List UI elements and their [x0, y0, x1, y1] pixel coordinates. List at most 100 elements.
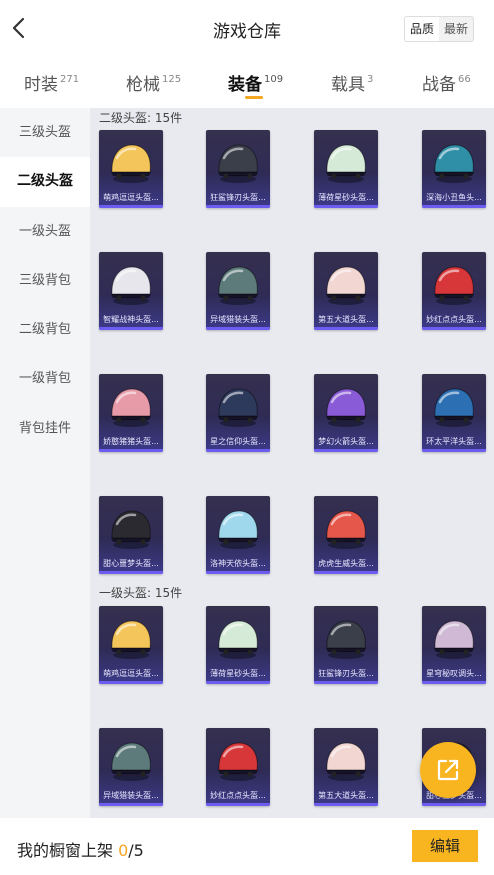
sidebar-item-level1-helmet[interactable]: 一级头盔	[0, 207, 90, 256]
quality-bar	[314, 571, 378, 574]
quality-bar	[422, 803, 486, 806]
quality-bar	[314, 449, 378, 452]
item-card[interactable]: 深海小丑鱼头...	[422, 130, 486, 208]
quality-bar	[99, 681, 163, 684]
teal-helmet-icon	[206, 254, 270, 314]
pig-helmet-icon	[99, 376, 163, 436]
share-button[interactable]	[420, 742, 476, 798]
item-name: 甜心噩梦头盔...	[103, 559, 159, 568]
item-grid[interactable]: 二级头盔: 15件 一级头盔: 15件 萌鸡逗逗头盔... 狂鲨锋刃头盔... 薄荷…	[90, 108, 494, 818]
sidebar-item-level3-helmet[interactable]: 三级头盔	[0, 108, 90, 157]
share-icon	[437, 759, 459, 781]
item-card[interactable]: 虎虎生威头盔...	[314, 496, 378, 574]
sidebar-item-backpack-pendant[interactable]: 背包挂件	[0, 404, 90, 453]
quality-bar	[99, 449, 163, 452]
shelf-label: 我的橱窗上架	[17, 841, 119, 860]
quality-bar	[314, 327, 378, 330]
red-dot-helmet-icon	[206, 730, 270, 790]
red-dot-helmet-icon	[422, 254, 486, 314]
item-card[interactable]: 薄荷星砂头盔...	[206, 606, 270, 684]
item-name: 萌鸡逗逗头盔...	[103, 669, 159, 678]
sort-quality-button[interactable]: 品质	[405, 17, 440, 41]
tab-fashion[interactable]: 时装 271	[24, 70, 79, 95]
item-name: 妙红点点头盔...	[210, 791, 266, 800]
item-card[interactable]: 薄荷星砂头盔...	[314, 130, 378, 208]
item-name: 妙红点点头盔...	[426, 315, 482, 324]
tab-count: 125	[162, 74, 182, 85]
item-card[interactable]: 娇憨猪猪头盔...	[99, 374, 163, 452]
starry-helmet-icon	[422, 608, 486, 668]
pink-helmet-icon	[314, 254, 378, 314]
yellow-chick-helmet-icon	[99, 608, 163, 668]
tab-label: 战备	[422, 75, 456, 95]
item-card[interactable]: 甜心噩梦头盔...	[99, 496, 163, 574]
sort-newest-button[interactable]: 最新	[439, 17, 473, 41]
tab-vehicles[interactable]: 载具 3	[331, 70, 373, 95]
sidebar-item-level2-backpack[interactable]: 二级背包	[0, 305, 90, 354]
shark-helmet-icon	[206, 132, 270, 192]
item-name: 狂鲨锋刃头盔...	[210, 193, 266, 202]
rocket-helmet-icon	[314, 376, 378, 436]
quality-bar	[206, 449, 270, 452]
sidebar-item-level2-helmet[interactable]: 二级头盔	[0, 157, 90, 207]
item-name: 智耀战神头盔...	[103, 315, 159, 324]
item-name: 异域猎装头盔...	[103, 791, 159, 800]
mint-helmet-icon	[314, 132, 378, 192]
item-name: 异域猎装头盔...	[210, 315, 266, 324]
item-card[interactable]: 洛神天依头盔...	[206, 496, 270, 574]
quality-bar	[99, 803, 163, 806]
item-name: 洛神天依头盔...	[210, 559, 266, 568]
header: 游戏仓库 品质 最新	[0, 0, 494, 58]
item-card[interactable]: 梦幻火箭头盔...	[314, 374, 378, 452]
quality-bar	[314, 205, 378, 208]
item-name: 梦幻火箭头盔...	[318, 437, 374, 446]
item-card[interactable]: 异域猎装头盔...	[206, 252, 270, 330]
shelf-count: 0	[118, 841, 129, 860]
tab-equipment[interactable]: 装备 109	[228, 70, 283, 95]
item-card[interactable]: 妙红点点头盔...	[206, 728, 270, 806]
item-name: 第五大道头盔...	[318, 791, 374, 800]
item-card[interactable]: 萌鸡逗逗头盔...	[99, 130, 163, 208]
mint-helmet-icon	[206, 608, 270, 668]
item-card[interactable]: 环太平洋头盔...	[422, 374, 486, 452]
item-card[interactable]: 萌鸡逗逗头盔...	[99, 606, 163, 684]
item-name: 狂鲨锋刃头盔...	[318, 669, 374, 678]
item-card[interactable]: 狂鲨锋刃头盔...	[314, 606, 378, 684]
tab-count: 271	[60, 74, 80, 85]
category-tabs: 时装 271 枪械 125 装备 109 载具 3 战备 66	[0, 58, 494, 108]
tab-supplies[interactable]: 战备 66	[422, 70, 471, 95]
item-name: 星之信仰头盔...	[210, 437, 266, 446]
item-name: 娇憨猪猪头盔...	[103, 437, 159, 446]
item-card[interactable]: 第五大道头盔...	[314, 728, 378, 806]
item-name: 萌鸡逗逗头盔...	[103, 193, 159, 202]
edit-button[interactable]: 编辑	[412, 830, 478, 862]
sidebar: 三级头盔 二级头盔 一级头盔 三级背包 二级背包 一级背包 背包挂件	[0, 108, 90, 818]
item-card[interactable]: 异域猎装头盔...	[99, 728, 163, 806]
pacific-helmet-icon	[422, 376, 486, 436]
item-card[interactable]: 星穹秘叹调头...	[422, 606, 486, 684]
item-card[interactable]: 星之信仰头盔...	[206, 374, 270, 452]
sidebar-item-level1-backpack[interactable]: 一级背包	[0, 354, 90, 403]
quality-bar	[99, 205, 163, 208]
tab-count: 109	[264, 74, 284, 85]
pink-helmet-icon	[314, 730, 378, 790]
item-name: 星穹秘叹调头...	[426, 669, 482, 678]
active-tab-indicator	[245, 96, 263, 99]
silver-helmet-icon	[99, 254, 163, 314]
item-card[interactable]: 第五大道头盔...	[314, 252, 378, 330]
tab-count: 66	[458, 74, 471, 85]
tianyi-helmet-icon	[206, 498, 270, 558]
quality-bar	[206, 205, 270, 208]
tab-label: 时装	[24, 75, 58, 95]
item-card[interactable]: 智耀战神头盔...	[99, 252, 163, 330]
yellow-chick-helmet-icon	[99, 132, 163, 192]
tab-label: 枪械	[126, 75, 160, 95]
quality-bar	[206, 571, 270, 574]
quality-bar	[422, 449, 486, 452]
sidebar-item-level3-backpack[interactable]: 三级背包	[0, 256, 90, 305]
quality-bar	[99, 571, 163, 574]
item-card[interactable]: 狂鲨锋刃头盔...	[206, 130, 270, 208]
item-card[interactable]: 妙红点点头盔...	[422, 252, 486, 330]
tab-guns[interactable]: 枪械 125	[126, 70, 181, 95]
shelf-total: /5	[128, 841, 144, 860]
